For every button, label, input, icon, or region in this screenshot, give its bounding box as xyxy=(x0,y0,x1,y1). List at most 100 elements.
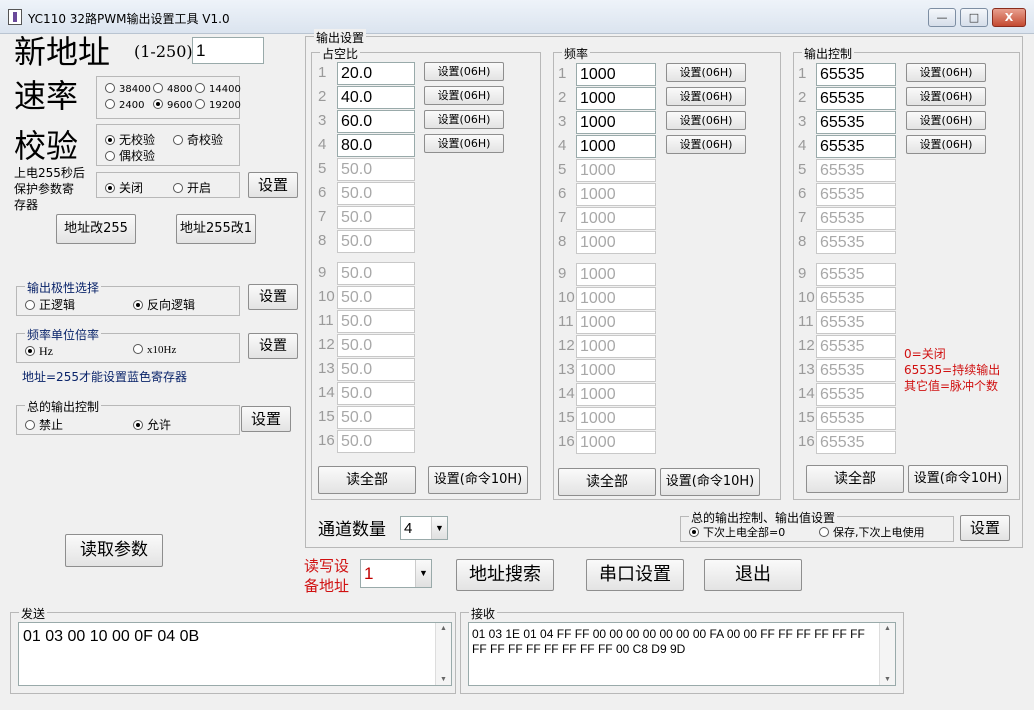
maximize-button[interactable]: □ xyxy=(960,8,988,27)
freq-value-input[interactable]: 1000 xyxy=(576,263,656,286)
ctrl-value-input[interactable]: 65535 xyxy=(816,63,896,86)
duty-value-input[interactable]: 50.0 xyxy=(337,430,415,453)
read-params-button[interactable]: 读取参数 xyxy=(65,534,163,567)
duty-value-input[interactable]: 60.0 xyxy=(337,110,415,133)
duty-value-input[interactable]: 50.0 xyxy=(337,230,415,253)
ctrl-set-06h-button[interactable]: 设置(06H) xyxy=(906,87,986,106)
duty-value-input[interactable]: 50.0 xyxy=(337,406,415,429)
ctrl-value-input[interactable]: 65535 xyxy=(816,231,896,254)
baud-19200-radio[interactable]: 19200 xyxy=(195,99,241,111)
ctrl-read-all-button[interactable]: 读全部 xyxy=(806,465,904,493)
parity-even-radio[interactable]: 偶校验 xyxy=(105,147,155,164)
protect-off-radio[interactable]: 关闭 xyxy=(105,179,143,196)
ctrl-value-input[interactable]: 65535 xyxy=(816,111,896,134)
new-address-input[interactable]: 1 xyxy=(192,37,264,64)
channel-count-select[interactable]: 4 ▼ xyxy=(400,516,448,540)
duty-value-input[interactable]: 50.0 xyxy=(337,182,415,205)
freq-value-input[interactable]: 1000 xyxy=(576,335,656,358)
ctrl-value-input[interactable]: 65535 xyxy=(816,383,896,406)
receive-textarea[interactable]: 01 03 1E 01 04 FF FF 00 00 00 00 00 00 0… xyxy=(468,622,896,686)
freq-value-input[interactable]: 1000 xyxy=(576,407,656,430)
baud-14400-radio[interactable]: 14400 xyxy=(195,83,241,95)
minimize-button[interactable]: — xyxy=(928,8,956,27)
freq-value-input[interactable]: 1000 xyxy=(576,111,656,134)
master-output-set-button[interactable]: 设置 xyxy=(241,406,291,432)
ctrl-value-input[interactable]: 65535 xyxy=(816,263,896,286)
receive-scrollbar[interactable]: ▲ ▼ xyxy=(879,623,895,685)
freq-unit-x10hz-radio[interactable]: x10Hz xyxy=(133,344,176,356)
duty-set-06h-button[interactable]: 设置(06H) xyxy=(424,86,504,105)
duty-value-input[interactable]: 80.0 xyxy=(337,134,415,157)
freq-value-input[interactable]: 1000 xyxy=(576,63,656,86)
baud-38400-radio[interactable]: 38400 xyxy=(105,83,151,95)
ctrl-value-input[interactable]: 65535 xyxy=(816,159,896,182)
ctrl-value-input[interactable]: 65535 xyxy=(816,335,896,358)
ctrl-set-06h-button[interactable]: 设置(06H) xyxy=(906,111,986,130)
duty-set-06h-button[interactable]: 设置(06H) xyxy=(424,62,504,81)
ctrl-value-input[interactable]: 65535 xyxy=(816,287,896,310)
freq-value-input[interactable]: 1000 xyxy=(576,231,656,254)
duty-value-input[interactable]: 50.0 xyxy=(337,358,415,381)
ctrl-set-06h-button[interactable]: 设置(06H) xyxy=(906,135,986,154)
freq-value-input[interactable]: 1000 xyxy=(576,431,656,454)
freq-set-10h-button[interactable]: 设置(命令10H) xyxy=(660,468,760,496)
polarity-set-button[interactable]: 设置 xyxy=(248,284,298,310)
freq-value-input[interactable]: 1000 xyxy=(576,311,656,334)
duty-value-input[interactable]: 50.0 xyxy=(337,310,415,333)
master-enable-radio[interactable]: 允许 xyxy=(133,416,171,433)
freq-set-06h-button[interactable]: 设置(06H) xyxy=(666,135,746,154)
baud-9600-radio[interactable]: 9600 xyxy=(153,99,192,111)
master-disable-radio[interactable]: 禁止 xyxy=(25,416,63,433)
freq-value-input[interactable]: 1000 xyxy=(576,183,656,206)
parity-odd-radio[interactable]: 奇校验 xyxy=(173,131,223,148)
serial-setup-button[interactable]: 串口设置 xyxy=(586,559,684,591)
duty-set-10h-button[interactable]: 设置(命令10H) xyxy=(428,466,528,494)
send-scrollbar[interactable]: ▲ ▼ xyxy=(435,623,451,685)
freq-value-input[interactable]: 1000 xyxy=(576,87,656,110)
ctrl-value-input[interactable]: 65535 xyxy=(816,359,896,382)
comm-set-button[interactable]: 设置 xyxy=(248,172,298,198)
exit-button[interactable]: 退出 xyxy=(704,559,802,591)
duty-set-06h-button[interactable]: 设置(06H) xyxy=(424,134,504,153)
freq-read-all-button[interactable]: 读全部 xyxy=(558,468,656,496)
ctrl-value-input[interactable]: 65535 xyxy=(816,87,896,110)
freq-unit-hz-radio[interactable]: Hz xyxy=(25,344,53,359)
address-search-button[interactable]: 地址搜索 xyxy=(456,559,554,591)
freq-set-06h-button[interactable]: 设置(06H) xyxy=(666,63,746,82)
ctrl-value-input[interactable]: 65535 xyxy=(816,183,896,206)
next-poweron-zero-radio[interactable]: 下次上电全部=0 xyxy=(689,524,785,540)
ctrl-set-06h-button[interactable]: 设置(06H) xyxy=(906,63,986,82)
freq-value-input[interactable]: 1000 xyxy=(576,207,656,230)
ctrl-value-input[interactable]: 65535 xyxy=(816,431,896,454)
address-to-255-button[interactable]: 地址改255 xyxy=(56,214,136,244)
duty-value-input[interactable]: 50.0 xyxy=(337,262,415,285)
baud-2400-radio[interactable]: 2400 xyxy=(105,99,144,111)
send-textarea[interactable]: 01 03 00 10 00 0F 04 0B ▲ ▼ xyxy=(18,622,452,686)
freq-value-input[interactable]: 1000 xyxy=(576,287,656,310)
master-output-save-set-button[interactable]: 设置 xyxy=(960,515,1010,541)
duty-set-06h-button[interactable]: 设置(06H) xyxy=(424,110,504,129)
protect-on-radio[interactable]: 开启 xyxy=(173,179,211,196)
polarity-positive-radio[interactable]: 正逻辑 xyxy=(25,296,75,313)
freq-value-input[interactable]: 1000 xyxy=(576,383,656,406)
polarity-inverse-radio[interactable]: 反向逻辑 xyxy=(133,296,195,313)
rw-device-address-select[interactable]: 1 ▼ xyxy=(360,559,432,588)
freq-set-06h-button[interactable]: 设置(06H) xyxy=(666,87,746,106)
freq-unit-set-button[interactable]: 设置 xyxy=(248,333,298,359)
duty-value-input[interactable]: 50.0 xyxy=(337,382,415,405)
save-next-poweron-radio[interactable]: 保存,下次上电使用 xyxy=(819,524,925,540)
duty-value-input[interactable]: 50.0 xyxy=(337,286,415,309)
freq-value-input[interactable]: 1000 xyxy=(576,359,656,382)
duty-value-input[interactable]: 40.0 xyxy=(337,86,415,109)
ctrl-value-input[interactable]: 65535 xyxy=(816,407,896,430)
freq-set-06h-button[interactable]: 设置(06H) xyxy=(666,111,746,130)
baud-4800-radio[interactable]: 4800 xyxy=(153,83,192,95)
parity-none-radio[interactable]: 无校验 xyxy=(105,131,155,148)
address-255-to-1-button[interactable]: 地址255改1 xyxy=(176,214,256,244)
ctrl-value-input[interactable]: 65535 xyxy=(816,207,896,230)
duty-value-input[interactable]: 50.0 xyxy=(337,334,415,357)
ctrl-value-input[interactable]: 65535 xyxy=(816,311,896,334)
duty-value-input[interactable]: 20.0 xyxy=(337,62,415,85)
ctrl-value-input[interactable]: 65535 xyxy=(816,135,896,158)
duty-value-input[interactable]: 50.0 xyxy=(337,158,415,181)
